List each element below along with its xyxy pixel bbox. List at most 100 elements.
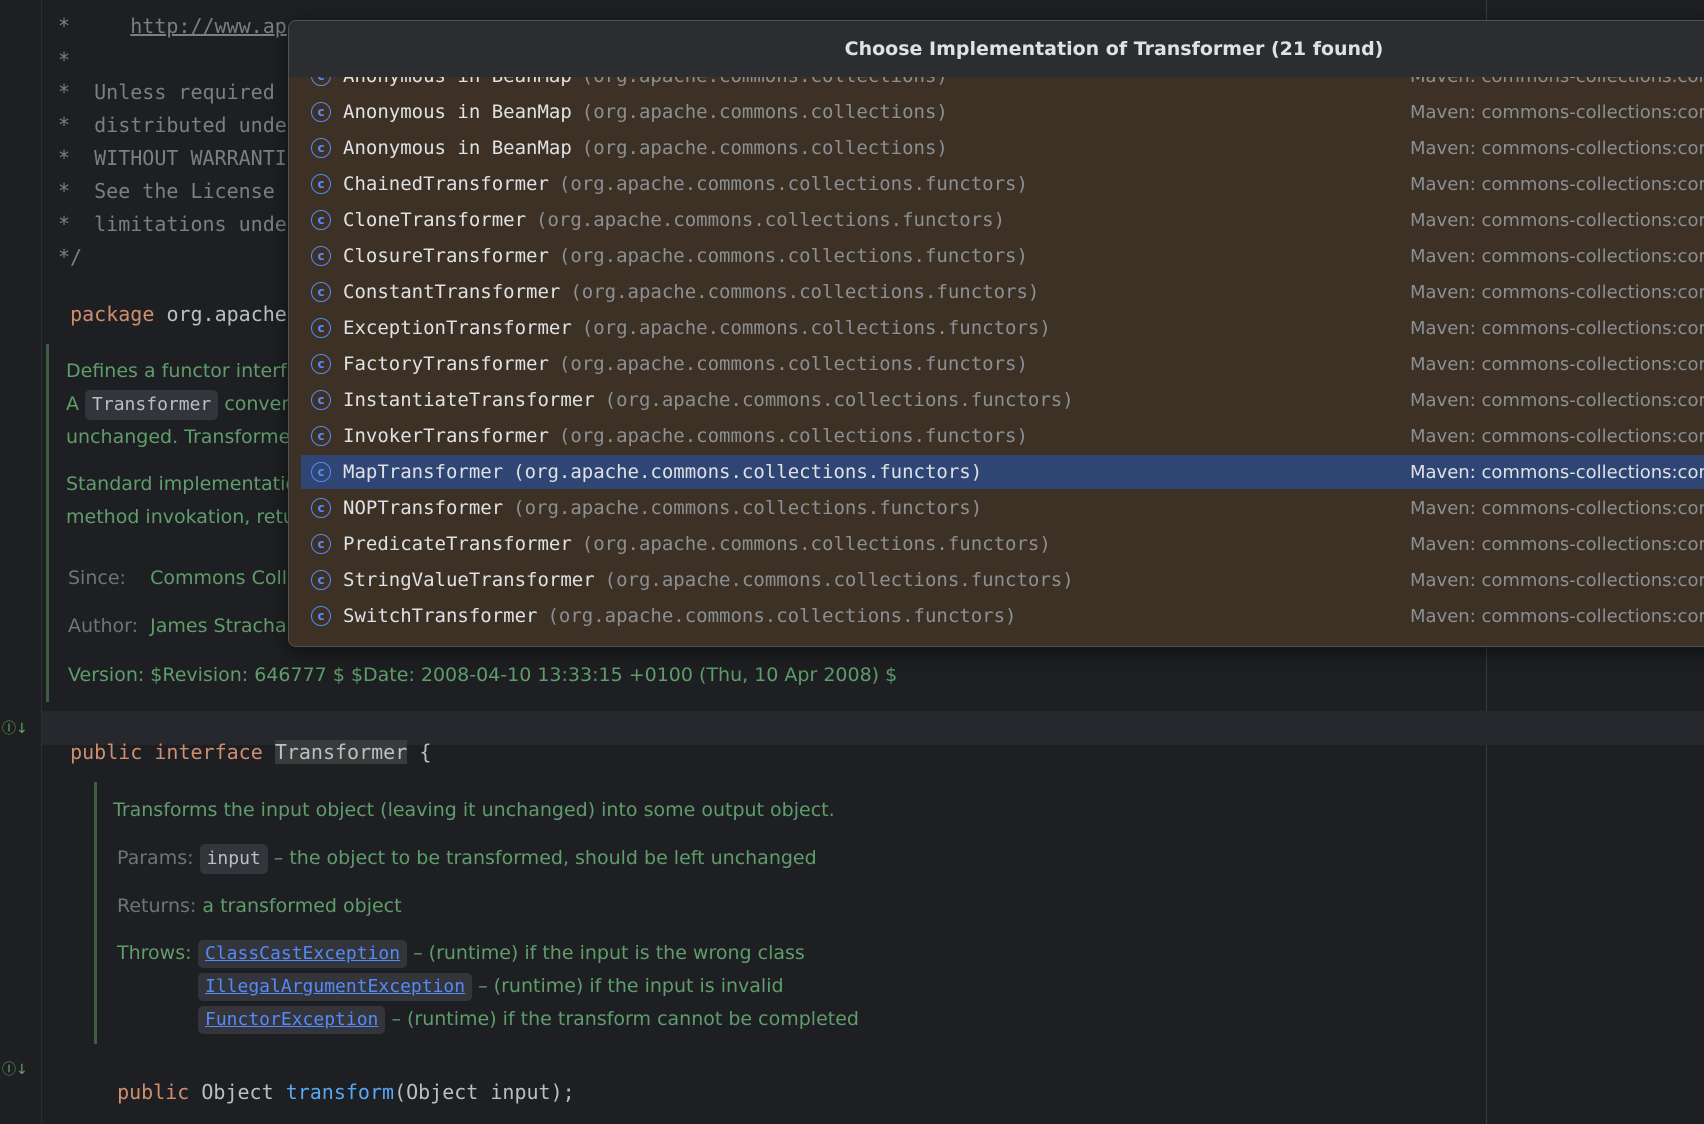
exception-link[interactable]: ClassCastException [198,940,408,968]
class-doc-line: method invokation, retu [66,506,295,528]
throws-list: ClassCastException – (runtime) if the in… [198,937,859,1036]
implementation-item[interactable]: c CloneTransformer (org.apache.commons.col… [301,203,1704,237]
implementation-source: Maven: commons-collections:commons-colle… [1410,101,1704,123]
anonymous-class-icon: c [311,77,331,86]
implementation-item[interactable]: c ChainedTransformer (org.apache.commons.c… [301,167,1704,201]
implementation-item[interactable]: c ConstantTransformer (org.apache.commons.… [301,275,1704,309]
throws-item: FunctorException – (runtime) if the tran… [198,1003,859,1036]
class-icon: c [311,534,331,554]
class-doc-line: unchanged. Transforme [66,426,291,448]
params-label: Params: [117,847,194,869]
exception-link[interactable]: IllegalArgumentException [198,973,473,1001]
class-icon: c [311,606,331,626]
implementation-item[interactable]: c PredicateTransformer (org.apache.commons… [301,527,1704,561]
license-url[interactable]: http://www.ap [130,14,287,38]
implementation-item[interactable]: c Anonymous in BeanMap (org.apache.commons… [301,95,1704,129]
returns-desc: a transformed object [202,895,402,917]
implementation-item[interactable]: c Anonymous in BeanMap (org.apache.commons… [301,77,1704,93]
throws-desc: – (runtime) if the transform cannot be c… [391,1008,859,1030]
method-doc-bar [94,782,97,1044]
implementation-package: (org.apache.commons.collections.functors… [604,389,1074,411]
class-icon: c [311,282,331,302]
implementation-source: Maven: commons-collections:commons-colle… [1410,245,1704,267]
implementation-item[interactable]: c NOPTransformer (org.apache.commons.colle… [301,491,1704,525]
implementation-source: Maven: commons-collections:commons-colle… [1410,137,1704,159]
popup-title: Choose Implementation of Transformer (21… [289,21,1704,77]
exception-link[interactable]: FunctorException [198,1006,386,1034]
package-keyword: package [70,302,155,326]
since-row: Since: Commons Coll [68,562,287,595]
class-doc-line: Standard implementatio [66,473,297,495]
choose-implementation-popup[interactable]: Choose Implementation of Transformer (21… [288,20,1704,647]
implementation-source: Maven: commons-collections:commons-colle… [1410,317,1704,339]
implementation-name: Anonymous in BeanMap [343,137,572,159]
class-icon: c [311,246,331,266]
param-name: input [199,844,268,874]
implementation-name: NOPTransformer [343,497,504,519]
implementation-source: Maven: commons-collections:commons-colle… [1410,281,1704,303]
implementation-package: (org.apache.commons.collections.functors… [513,461,983,483]
implementation-name: FactoryTransformer [343,353,549,375]
implementation-item[interactable]: c SwitchTransformer (org.apache.commons.co… [301,599,1704,633]
implementation-package: (org.apache.commons.collections.functors… [581,317,1051,339]
transformer-code-ref: Transformer [85,390,219,420]
interface-keyword: interface [154,740,263,764]
method-declaration[interactable]: public Object transform(Object input); [93,1056,575,1104]
returns-label: Returns: [117,895,197,917]
implementation-name: ChainedTransformer [343,173,549,195]
implementation-item[interactable]: c Anonymous in BeanMap (org.apache.commons… [301,131,1704,165]
comment-line: * http://www.ap [58,14,287,38]
implementation-name: Anonymous in BeanMap [343,101,572,123]
implementation-source: Maven: commons-collections:commons-colle… [1410,569,1704,591]
method-public-keyword: public [117,1080,190,1104]
implementation-item[interactable]: c MapTransformer (org.apache.commons.colle… [301,455,1704,489]
implementation-item[interactable]: c StringValueTransformer (org.apache.commo… [301,563,1704,597]
comment-line: * distributed unde [58,113,287,137]
implementation-source: Maven: commons-collections:commons-colle… [1410,353,1704,375]
implementation-source: Maven: commons-collections:commons-colle… [1410,389,1704,411]
since-label: Since: [68,567,126,589]
implemented-by-gutter-icon[interactable]: Ⓘ↓ [2,718,28,738]
comment-line: * See the License [58,179,275,203]
implementation-name: ClosureTransformer [343,245,549,267]
throws-desc: – (runtime) if the input is the wrong cl… [413,942,805,964]
implementation-package: (org.apache.commons.collections.functors… [570,281,1040,303]
implementation-source: Maven: commons-collections:commons-colle… [1410,209,1704,231]
implementation-item[interactable]: c ExceptionTransformer (org.apache.commons… [301,311,1704,345]
method-implemented-gutter-icon[interactable]: Ⓘ↓ [2,1059,28,1079]
package-line[interactable]: package org.apache.c [46,278,311,326]
implementation-name: PredicateTransformer [343,533,572,555]
implementation-list[interactable]: c Anonymous in BeanMap (org.apache.commons… [289,77,1704,645]
returns-row: Returns: a transformed object [117,890,402,923]
implementation-package: (org.apache.commons.collections.functors… [604,569,1074,591]
interface-declaration[interactable]: public interface Transformer { [46,716,431,764]
interface-name[interactable]: Transformer [274,740,408,764]
class-icon: c [311,210,331,230]
params-row: Params: input – the object to be transfo… [117,842,817,875]
throws-item: ClassCastException – (runtime) if the in… [198,937,859,970]
implementation-item[interactable]: c InstantiateTransformer (org.apache.commo… [301,383,1704,417]
implementation-item[interactable]: c ClosureTransformer (org.apache.commons.c… [301,239,1704,273]
class-icon: c [311,390,331,410]
class-icon: c [311,462,331,482]
implementation-package: (org.apache.commons.collections.functors… [558,353,1028,375]
since-value: Commons Coll [150,567,288,589]
implementation-package: (org.apache.commons.collections.functors… [547,605,1017,627]
implementation-package: (org.apache.commons.collections.functors… [513,497,983,519]
class-icon: c [311,570,331,590]
implementation-item[interactable]: c InvokerTransformer (org.apache.commons.c… [301,419,1704,453]
implementation-package: (org.apache.commons.collections.functors… [536,209,1006,231]
implementation-name: InvokerTransformer [343,425,549,447]
implementation-item[interactable]: c FactoryTransformer (org.apache.commons.c… [301,347,1704,381]
method-name[interactable]: transform [286,1080,394,1104]
implementation-source: Maven: commons-collections:commons-colle… [1410,77,1704,87]
gutter-divider [41,0,42,1124]
implementation-package: (org.apache.commons.collections.functors… [558,425,1028,447]
class-doc-text: conver [224,393,290,415]
implementation-source: Maven: commons-collections:commons-colle… [1410,461,1704,483]
class-doc-bar [46,344,49,702]
method-params: (Object input); [394,1080,575,1104]
implementation-name: CloneTransformer [343,209,527,231]
class-icon: c [311,354,331,374]
implementation-source: Maven: commons-collections:commons-colle… [1410,497,1704,519]
